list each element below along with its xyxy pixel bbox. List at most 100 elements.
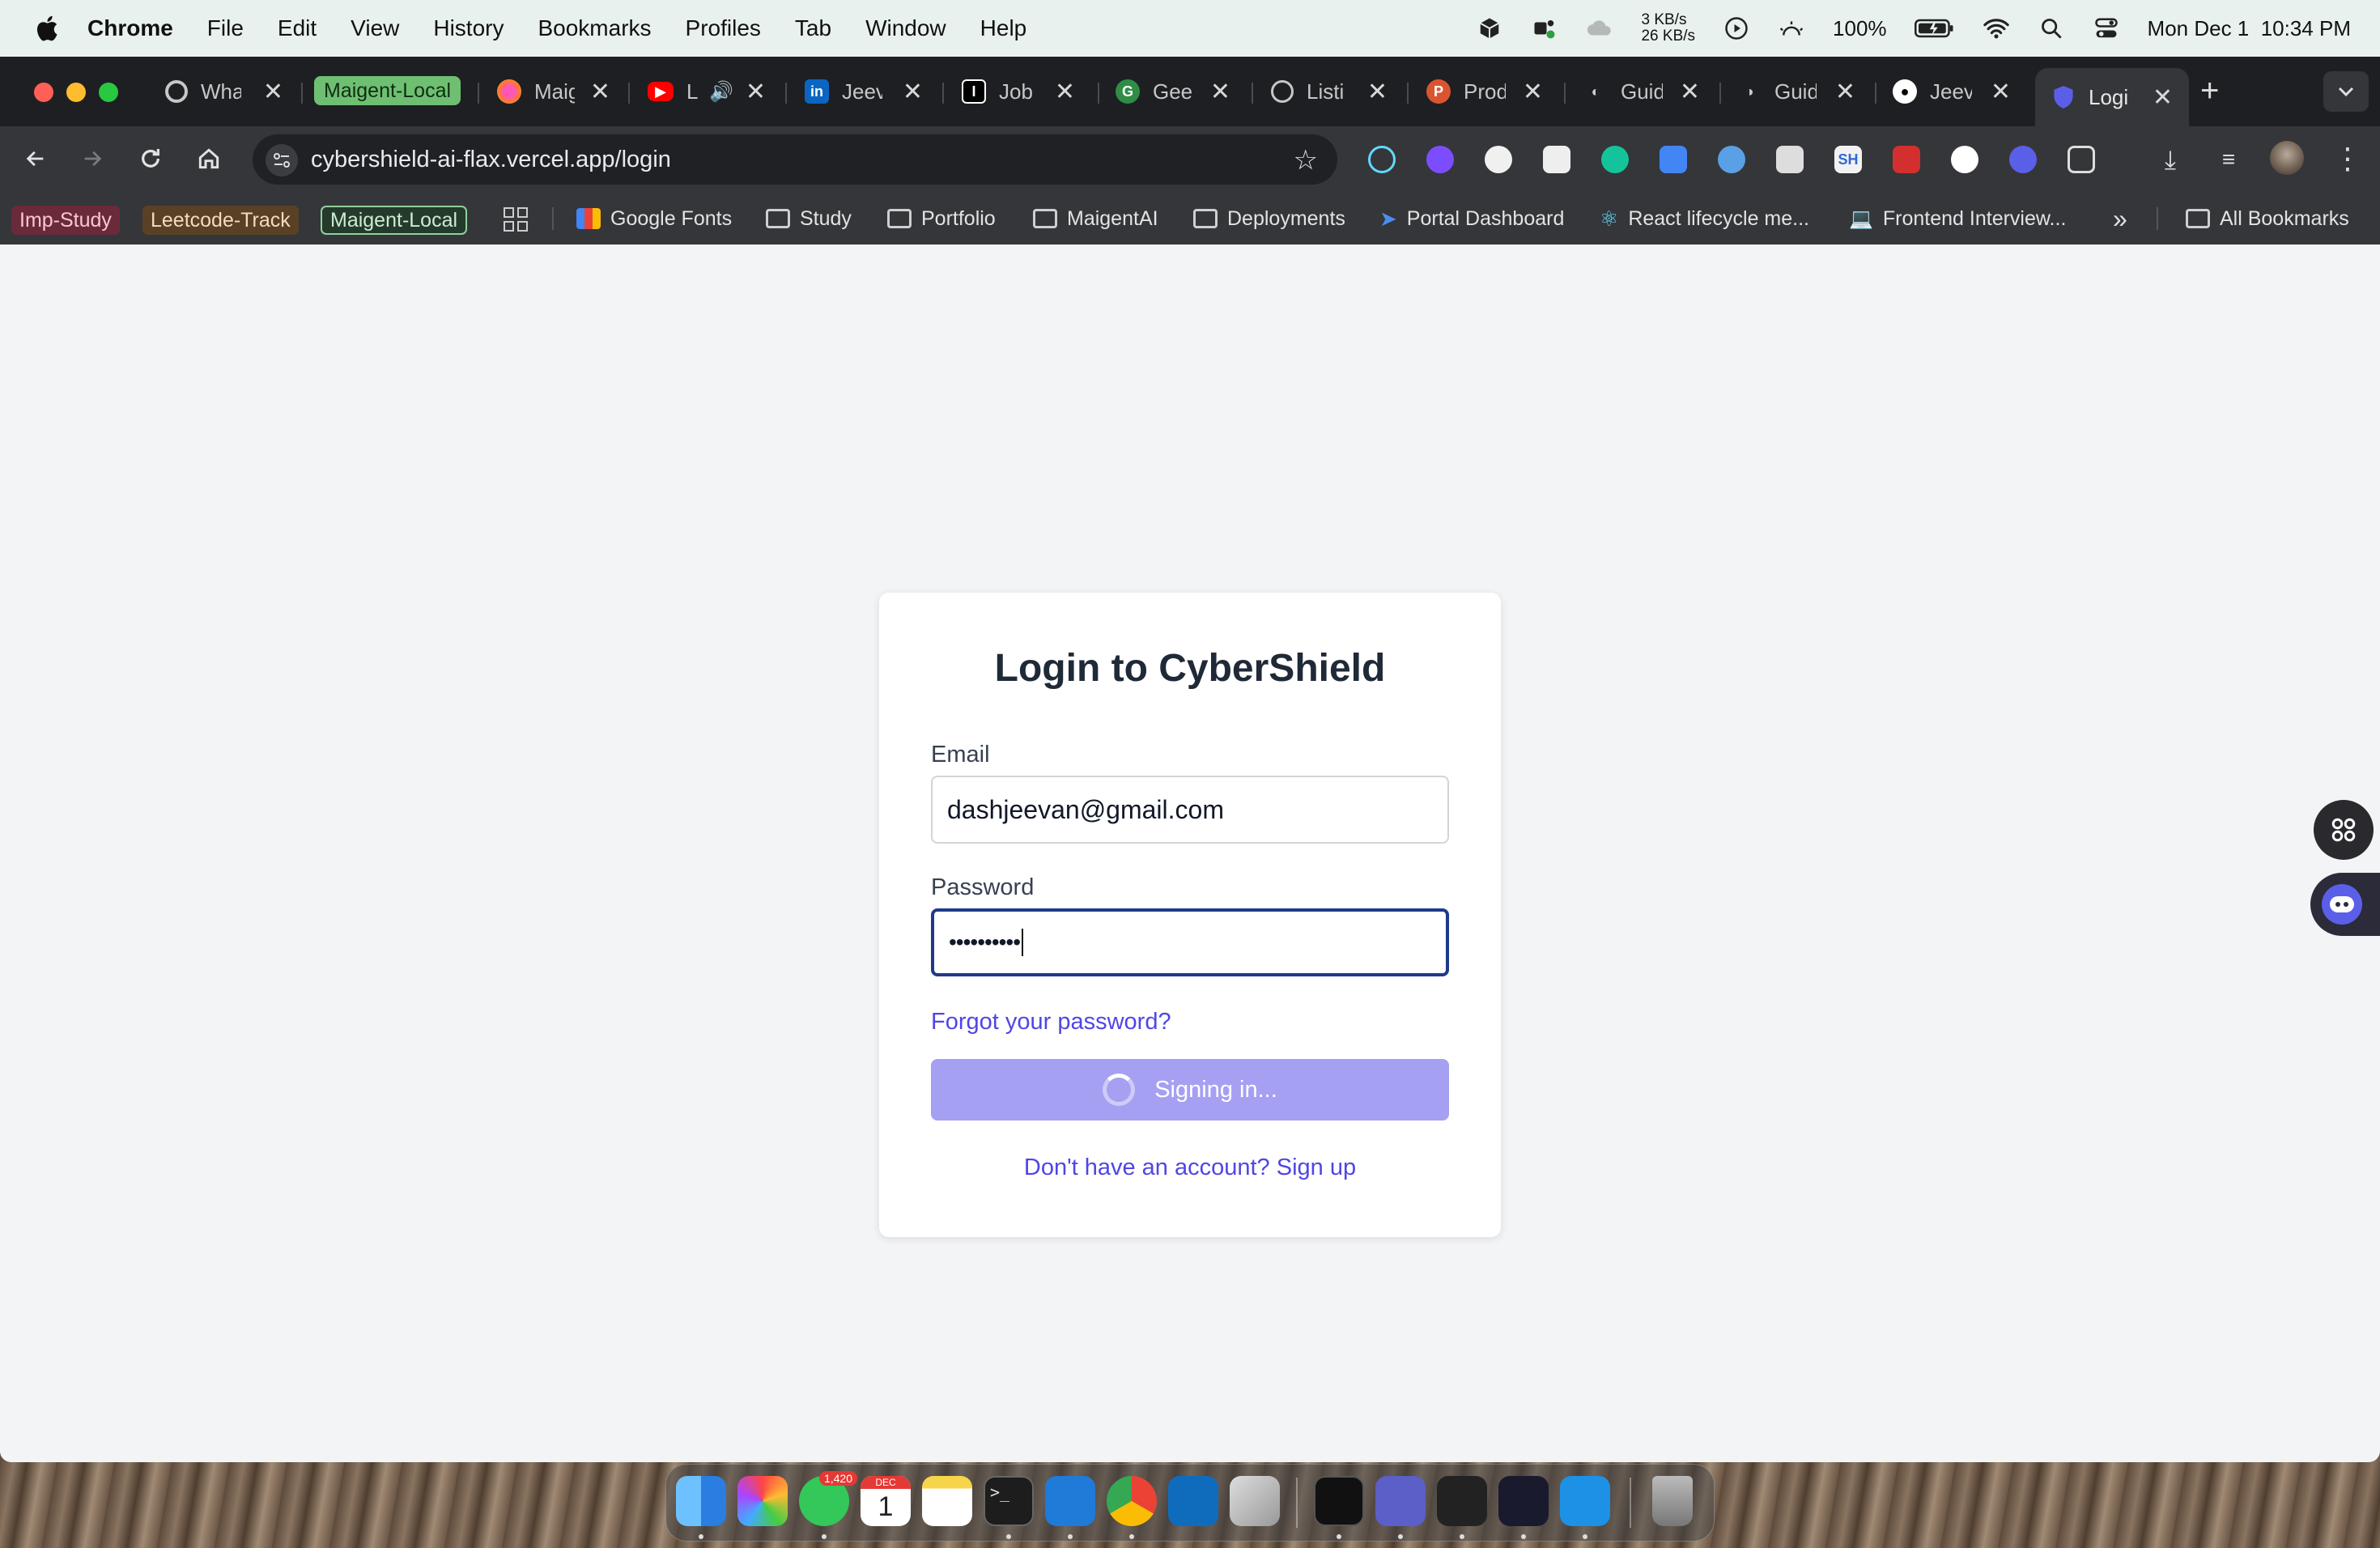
window-minimize-button[interactable]	[66, 83, 86, 102]
shortcut-launcher-button[interactable]	[2314, 800, 2374, 860]
cloud-icon[interactable]	[1586, 15, 1613, 42]
tab-close-icon[interactable]: ✕	[1210, 78, 1230, 106]
tab-close-icon[interactable]: ✕	[1991, 78, 2011, 106]
menu-history[interactable]: History	[433, 15, 504, 41]
docker-icon[interactable]	[1560, 1476, 1610, 1526]
tab-close-icon[interactable]: ✕	[263, 78, 283, 106]
profile-avatar[interactable]	[2270, 141, 2304, 175]
bookmark-group-maigent[interactable]: Maigent-Local	[321, 206, 468, 235]
assistant-bot-button[interactable]	[2310, 873, 2380, 936]
address-bar[interactable]: cybershield-ai-flax.vercel.app/login ☆	[253, 134, 1337, 185]
wifi-icon[interactable]	[1983, 15, 2010, 42]
menu-app-name[interactable]: Chrome	[87, 15, 173, 41]
blocker-extension-icon[interactable]	[1776, 146, 1804, 173]
tab-close-icon[interactable]: ✕	[1367, 78, 1388, 106]
menu-help[interactable]: Help	[980, 15, 1027, 41]
back-arrow-extension-icon[interactable]	[1951, 146, 1978, 173]
tab-geeks[interactable]: G Geel ✕	[1116, 68, 1230, 115]
bookmark-portal-dashboard[interactable]: ➤ Portal Dashboard	[1379, 204, 1564, 233]
activity-monitor-icon[interactable]	[1314, 1476, 1364, 1526]
tab-producthunt[interactable]: P Prod ✕	[1426, 68, 1543, 115]
trash-icon[interactable]	[1652, 1476, 1693, 1526]
calendar-icon[interactable]: DEC 1	[861, 1476, 911, 1526]
cube-app-icon[interactable]	[1437, 1476, 1487, 1526]
menu-view[interactable]: View	[351, 15, 399, 41]
bookmark-folder-portfolio[interactable]: Portfolio	[887, 204, 996, 233]
media-controls-icon[interactable]: ≡	[2215, 146, 2242, 173]
signup-link[interactable]: Don't have an account? Sign up	[879, 1155, 1501, 1181]
tab-close-icon[interactable]: ✕	[1055, 78, 1075, 106]
tab-linkedin[interactable]: in Jeev ✕	[805, 68, 923, 115]
tab-listing[interactable]: Listi ✕	[1271, 68, 1388, 115]
spotlight-search-icon[interactable]	[2038, 15, 2065, 42]
tab-youtube[interactable]: ▶ L 🔊 ✕	[648, 68, 766, 115]
menu-file[interactable]: File	[207, 15, 244, 41]
bookmark-folder-deployments[interactable]: Deployments	[1193, 204, 1345, 233]
bookmark-react-lifecycle[interactable]: ⚛ React lifecycle me...	[1600, 204, 1809, 233]
extensions-puzzle-icon[interactable]	[2068, 146, 2095, 173]
email-field[interactable]: dashjeevan@gmail.com	[931, 776, 1449, 844]
url-text[interactable]: cybershield-ai-flax.vercel.app/login	[311, 147, 671, 173]
finder-icon[interactable]	[676, 1476, 726, 1526]
tab-guide-2[interactable]: ◑ Guid ✕	[1737, 68, 1855, 115]
tab-login-active[interactable]: Logi ✕	[2035, 68, 2189, 126]
notes-icon[interactable]	[922, 1476, 972, 1526]
sh-extension-icon[interactable]: SH	[1834, 146, 1862, 173]
control-center-icon[interactable]	[2093, 15, 2120, 42]
menu-tab[interactable]: Tab	[795, 15, 831, 41]
grammarly-extension-icon[interactable]	[1601, 146, 1629, 173]
back-button[interactable]	[15, 138, 57, 180]
bot-extension-icon[interactable]	[2009, 146, 2037, 173]
messages-icon[interactable]: 1,420	[799, 1471, 857, 1526]
bookmark-google-fonts[interactable]: Google Fonts	[576, 204, 732, 233]
preview-icon[interactable]	[1230, 1476, 1280, 1526]
password-field[interactable]: ••••••••••	[931, 908, 1449, 976]
bookmark-star-icon[interactable]: ☆	[1294, 144, 1318, 176]
window-zoom-button[interactable]	[99, 83, 118, 102]
play-circle-icon[interactable]	[1723, 15, 1750, 42]
vscode-icon[interactable]	[1045, 1476, 1095, 1526]
sign-in-button[interactable]: Signing in...	[931, 1059, 1449, 1121]
speaker-icon[interactable]: 🔊	[709, 80, 733, 104]
white-circle-extension-icon[interactable]	[1485, 146, 1512, 173]
menu-edit[interactable]: Edit	[278, 15, 317, 41]
cube-icon[interactable]	[1476, 15, 1503, 42]
tab-close-icon[interactable]: ✕	[1835, 78, 1855, 106]
tab-close-icon[interactable]: ✕	[1680, 78, 1700, 106]
bookmark-group-leetcode[interactable]: Leetcode-Track	[142, 206, 299, 235]
terminal-icon[interactable]: >_	[984, 1476, 1034, 1526]
teams-icon[interactable]	[1375, 1476, 1426, 1526]
tab-close-icon[interactable]: ✕	[746, 78, 766, 106]
tab-close-icon[interactable]: ✕	[1523, 78, 1543, 106]
tab-guide-1[interactable]: ◐ Guid ✕	[1583, 68, 1700, 115]
new-tab-icon[interactable]: +	[2200, 73, 2219, 109]
tab-search-button[interactable]	[2323, 71, 2369, 112]
bookmark-all-bookmarks[interactable]: All Bookmarks	[2186, 204, 2349, 233]
bookmark-folder-maigentai[interactable]: MaigentAI	[1033, 204, 1158, 233]
teams-status-icon[interactable]	[1531, 15, 1558, 42]
download-icon[interactable]: ⤓	[2157, 146, 2184, 173]
launchpad-icon[interactable]	[737, 1476, 788, 1526]
purple-extension-icon[interactable]	[1426, 146, 1454, 173]
home-button[interactable]	[188, 138, 230, 180]
bookmark-folder-study[interactable]: Study	[766, 204, 852, 233]
battery-charging-icon[interactable]	[1914, 15, 1955, 42]
reload-button[interactable]	[130, 138, 172, 180]
window-close-button[interactable]	[34, 83, 53, 102]
tab-close-icon[interactable]: ✕	[903, 78, 923, 106]
apps-grid-icon[interactable]	[504, 207, 528, 232]
kebab-menu-icon[interactable]: ⋮	[2333, 139, 2362, 178]
menubar-clock[interactable]: Mon Dec 1 10:34 PM	[2148, 16, 2351, 41]
tab-close-icon[interactable]: ✕	[590, 78, 610, 106]
bookmark-group-imp-study[interactable]: Imp-Study	[11, 206, 120, 235]
bookmark-frontend-interview[interactable]: 💻 Frontend Interview...	[1849, 204, 2066, 233]
arc-app-icon[interactable]	[1498, 1476, 1549, 1526]
menu-profiles[interactable]: Profiles	[686, 15, 761, 41]
site-info-icon[interactable]	[266, 144, 298, 176]
forgot-password-link[interactable]: Forgot your password?	[931, 1009, 1171, 1036]
tab-job[interactable]: I Job ✕	[962, 68, 1075, 115]
tab-group-maigent-local[interactable]: Maigent-Local	[314, 76, 461, 105]
tab-close-icon[interactable]: ✕	[2153, 83, 2173, 112]
menu-window[interactable]: Window	[865, 15, 946, 41]
bookmarks-overflow-chevron-icon[interactable]: »	[2113, 204, 2127, 233]
